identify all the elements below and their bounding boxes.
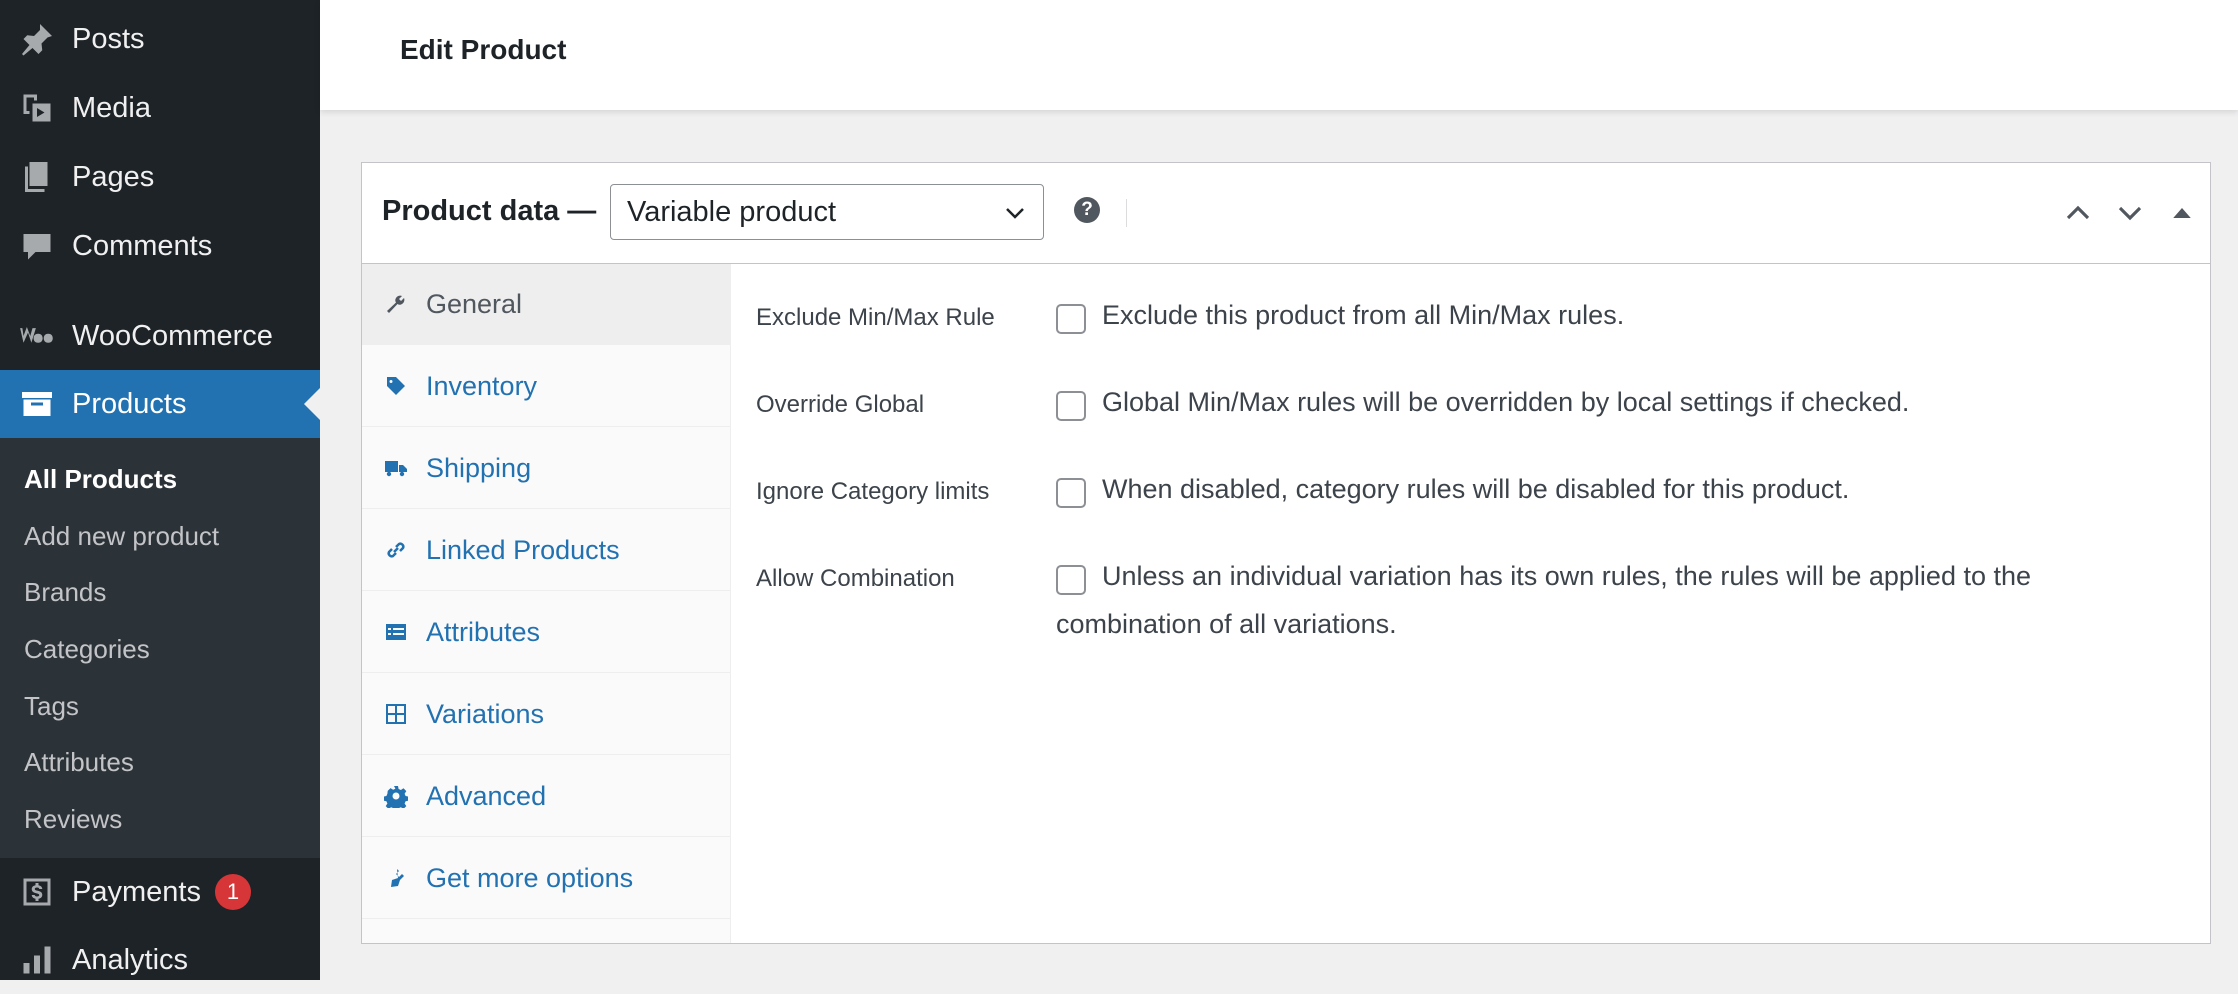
tab-attributes[interactable]: Attributes xyxy=(362,592,730,673)
product-data-title: Product data — xyxy=(382,195,597,227)
tab-variations[interactable]: Variations xyxy=(362,674,730,755)
submenu-all-products[interactable]: All Products xyxy=(24,464,177,495)
submenu-add-new-product[interactable]: Add new product xyxy=(24,521,219,552)
chevron-down-icon xyxy=(2118,206,2142,221)
bar-chart-icon xyxy=(17,940,57,980)
menu-products[interactable]: Products xyxy=(0,370,320,438)
menu-comments[interactable]: Comments xyxy=(0,212,320,280)
archive-icon xyxy=(17,384,57,424)
menu-posts[interactable]: Posts xyxy=(0,5,320,73)
move-up-button[interactable] xyxy=(2062,197,2094,229)
chevron-up-icon xyxy=(2066,205,2090,220)
media-icon xyxy=(17,88,57,128)
menu-woocommerce[interactable]: WooCommerce xyxy=(0,302,320,370)
option-label-exclude-min-max: Exclude Min/Max Rule xyxy=(756,304,995,331)
override-global-checkbox[interactable] xyxy=(1056,391,1086,421)
option-desc-exclude-min-max: Exclude this product from all Min/Max ru… xyxy=(1102,300,1625,330)
menu-payments[interactable]: Payments 1 xyxy=(0,858,320,926)
admin-sidebar: Posts Media Pages Comments WooCommerce P… xyxy=(0,0,320,980)
option-desc-override-global: Global Min/Max rules will be overridden … xyxy=(1102,387,1910,417)
menu-woocommerce-label: WooCommerce xyxy=(72,319,273,352)
current-menu-arrow xyxy=(304,388,320,420)
menu-pages[interactable]: Pages xyxy=(0,143,320,211)
tab-shipping[interactable]: Shipping xyxy=(362,428,730,509)
menu-comments-label: Comments xyxy=(72,229,213,262)
tab-get-more-options-label: Get more options xyxy=(426,862,634,893)
woocommerce-icon xyxy=(17,316,57,356)
tag-icon xyxy=(382,372,410,400)
products-submenu: All Products Add new product Brands Cate… xyxy=(0,438,320,858)
list-icon xyxy=(382,618,410,646)
tab-shipping-label: Shipping xyxy=(426,452,532,483)
toggle-panel-button[interactable] xyxy=(2166,197,2198,229)
menu-media-label: Media xyxy=(72,91,151,124)
option-label-override-global: Override Global xyxy=(756,391,925,418)
tab-general[interactable]: General xyxy=(362,264,730,345)
product-data-panel: Product data — Variable product ? Genera… xyxy=(361,162,2211,944)
ignore-category-limits-checkbox[interactable] xyxy=(1056,478,1086,508)
plugin-icon xyxy=(382,864,410,892)
page-title: Edit Product xyxy=(400,34,567,65)
product-data-header: Product data — Variable product ? xyxy=(362,163,2210,264)
tab-advanced[interactable]: Advanced xyxy=(362,756,730,837)
tab-general-label: General xyxy=(426,288,523,319)
submenu-reviews[interactable]: Reviews xyxy=(24,804,122,835)
submenu-attributes[interactable]: Attributes xyxy=(24,747,134,778)
truck-icon xyxy=(382,454,410,482)
comment-icon xyxy=(17,226,57,266)
menu-payments-label: Payments xyxy=(72,875,201,908)
wrench-icon xyxy=(382,290,410,318)
help-icon[interactable]: ? xyxy=(1074,197,1100,223)
tab-variations-label: Variations xyxy=(426,698,545,729)
move-down-button[interactable] xyxy=(2114,197,2146,229)
submenu-categories[interactable]: Categories xyxy=(24,634,150,665)
tab-linked-products[interactable]: Linked Products xyxy=(362,510,730,591)
pages-icon xyxy=(17,157,57,197)
option-label-allow-combination: Allow Combination xyxy=(756,565,955,592)
product-type-select[interactable]: Variable product xyxy=(610,184,1044,240)
product-type-value: Variable product xyxy=(627,195,837,228)
submenu-tags[interactable]: Tags xyxy=(24,691,79,722)
tab-inventory-label: Inventory xyxy=(426,370,538,401)
notification-badge: 1 xyxy=(214,874,251,910)
submenu-brands[interactable]: Brands xyxy=(24,577,106,608)
product-data-tabs: General Inventory Shipping Linked Produc… xyxy=(362,264,731,943)
tab-inventory[interactable]: Inventory xyxy=(362,346,730,427)
dollar-icon xyxy=(17,872,57,912)
tab-get-more-options[interactable]: Get more options xyxy=(362,838,730,919)
header-divider xyxy=(1126,199,1127,227)
tab-linked-products-label: Linked Products xyxy=(426,534,620,565)
link-icon xyxy=(382,536,410,564)
edit-header: Edit Product xyxy=(320,0,2238,110)
tab-attributes-label: Attributes xyxy=(426,616,541,647)
menu-media[interactable]: Media xyxy=(0,74,320,142)
grid-icon xyxy=(382,700,410,728)
pin-icon xyxy=(17,19,57,59)
option-desc-allow-combination: Unless an individual variation has its o… xyxy=(1056,561,2032,639)
option-desc-ignore-category-limits: When disabled, category rules will be di… xyxy=(1102,474,1850,504)
menu-analytics[interactable]: Analytics xyxy=(0,926,320,994)
tab-advanced-label: Advanced xyxy=(426,780,547,811)
menu-products-label: Products xyxy=(72,387,187,420)
general-options: Exclude Min/Max Rule Exclude this produc… xyxy=(731,264,2210,943)
triangle-up-icon xyxy=(2173,208,2191,218)
menu-posts-label: Posts xyxy=(72,22,145,55)
gear-icon xyxy=(382,782,410,810)
option-label-ignore-category-limits: Ignore Category limits xyxy=(756,478,990,505)
exclude-min-max-checkbox[interactable] xyxy=(1056,304,1086,334)
menu-analytics-label: Analytics xyxy=(72,943,189,976)
chevron-down-icon xyxy=(1006,208,1024,219)
menu-pages-label: Pages xyxy=(72,160,155,193)
